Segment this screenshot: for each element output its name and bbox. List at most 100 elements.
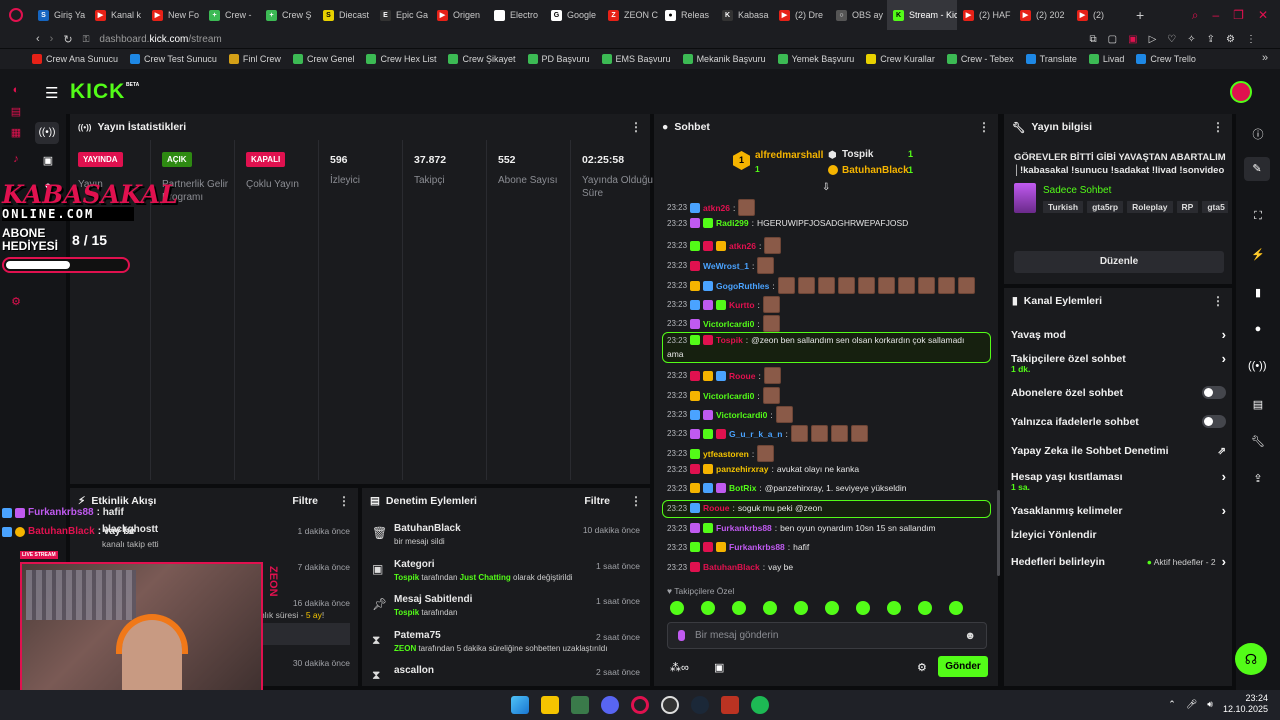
channel-action-item[interactable]: Yapay Zeka ile Sohbet Denetimi ⇗	[1011, 445, 1226, 457]
chat-message[interactable]: 23:23 Victorlcardi0:	[667, 315, 780, 332]
lightning-icon[interactable]: ⚡	[1251, 248, 1265, 262]
chat-username[interactable]: Victorlcardi0	[703, 319, 754, 329]
chat-message[interactable]: 23:23 BatuhanBlack: vay be	[667, 562, 793, 572]
chat-message[interactable]: 23:23 Furkankrbs88: ben oyun oynardım 10sn…	[667, 523, 936, 533]
filter-button[interactable]: Filtre	[292, 495, 318, 507]
stream-tag[interactable]: gta5	[1202, 201, 1228, 213]
sidebar-player-icon[interactable]: ▦	[9, 126, 23, 140]
browser-tab[interactable]: E Epic Ga	[374, 0, 431, 30]
discord-icon[interactable]	[601, 696, 619, 714]
kick-logo[interactable]: KICK	[70, 80, 125, 104]
channel-action-item[interactable]: Abonelere özel sohbet	[1011, 386, 1226, 399]
top-gifter[interactable]: BatuhanBlack	[842, 165, 909, 176]
stream-tag[interactable]: Roleplay	[1127, 201, 1173, 213]
file-explorer-icon[interactable]	[541, 696, 559, 714]
chat-message[interactable]: 23:23 Rooue:	[667, 367, 781, 384]
browser-tab[interactable]: S Diecast	[317, 0, 374, 30]
opera-gx-icon[interactable]	[631, 696, 649, 714]
chat-username[interactable]: Tospik	[716, 335, 743, 345]
heart-icon[interactable]: ♡	[1167, 34, 1176, 45]
windows-start-icon[interactable]	[511, 696, 529, 714]
game-icon[interactable]	[721, 696, 739, 714]
channel-action-item[interactable]: Hedefleri belirleyin ● Aktif hedefler - 2…	[1011, 554, 1226, 569]
menu-icon[interactable]: ⋮	[1246, 34, 1256, 45]
stats-menu-icon[interactable]: ⋮	[630, 120, 642, 134]
edit-icon[interactable]: ✎	[1244, 157, 1270, 181]
bookmark-item[interactable]: PD Başvuru	[527, 54, 590, 64]
emote-row[interactable]	[670, 601, 980, 618]
category-thumbnail[interactable]	[1014, 183, 1036, 213]
stream-tag[interactable]: RP	[1176, 201, 1199, 213]
settings-icon[interactable]: ⚙	[1226, 34, 1235, 45]
tray-mic-icon[interactable]: 🎤︎	[1186, 699, 1197, 710]
tray-chevron-icon[interactable]: ⌃	[1168, 699, 1176, 710]
chat-input[interactable]: Bir mesaj gönderin ☻	[667, 622, 987, 649]
chat-username[interactable]: Kurtto	[729, 300, 755, 310]
toggle-switch[interactable]	[1202, 415, 1226, 428]
browser-tab[interactable]: Electro	[488, 0, 545, 30]
browser-tab[interactable]: K Stream - Kick	[887, 0, 957, 30]
bookmark-item[interactable]: Yemek Başvuru	[777, 54, 854, 64]
chat-message[interactable]: 23:23 G_u_r_k_a_n:	[667, 425, 868, 442]
channel-action-item[interactable]: Hesap yaşı kısıtlaması ›	[1011, 469, 1226, 484]
channel-action-item[interactable]: İzleyici Yönlendir	[1011, 529, 1226, 541]
stream-tag[interactable]: gta5rp	[1087, 201, 1124, 213]
bookmark-item[interactable]: Crew Trello	[1136, 54, 1196, 64]
obs-icon[interactable]	[661, 696, 679, 714]
chat-message[interactable]: 23:23 ytfeastoren:	[667, 445, 775, 462]
chat-username[interactable]: ytfeastoren	[703, 449, 749, 459]
close-window-icon[interactable]: ✕	[1258, 8, 1268, 23]
nav-stream-icon[interactable]: ((•))	[35, 122, 59, 144]
chat-username[interactable]: Victorlcardi0	[703, 391, 754, 401]
extensions-icon[interactable]: ✧	[1187, 34, 1195, 45]
browser-tab[interactable]: Z ZEON C	[602, 0, 659, 30]
hamburger-icon[interactable]: ☰	[45, 84, 58, 102]
channel-action-item[interactable]: Yavaş mod ›	[1011, 327, 1226, 342]
stream-tag[interactable]: Turkish	[1043, 201, 1084, 213]
steam-icon[interactable]	[691, 696, 709, 714]
sidebar-tiktok-icon[interactable]: ♪	[9, 153, 23, 167]
mic-icon[interactable]	[678, 630, 685, 641]
bookmark-item[interactable]: Crew Genel	[292, 54, 354, 64]
bookmark-item[interactable]: Mekanik Başvuru	[682, 54, 766, 64]
bookmark-item[interactable]: EMS Başvuru	[601, 54, 671, 64]
chat-username[interactable]: Rooue	[703, 503, 729, 513]
browser-tab[interactable]: ● Releas	[659, 0, 716, 30]
channel-action-item[interactable]: Yalnızca ifadelerle sohbet	[1011, 415, 1226, 428]
bookmark-item[interactable]: Finl Crew	[228, 54, 281, 64]
minimize-icon[interactable]: –	[1212, 8, 1219, 23]
chat-message[interactable]: 23:23 atkn26:	[667, 237, 782, 254]
chat-username[interactable]: BatuhanBlack	[703, 562, 760, 572]
chat-message[interactable]: 23:23 BotRix: @panzehirxray, 1. seviyeye y…	[667, 483, 907, 493]
browser-tab[interactable]: ▶ (2)	[1071, 0, 1128, 30]
bookmark-item[interactable]: Translate	[1025, 54, 1077, 64]
chat-message[interactable]: 23:23 panzehirxray: avukat olayı ne kanka	[667, 464, 859, 474]
bookmark-item[interactable]: Livad	[1088, 54, 1124, 64]
chat-message[interactable]: 23:23 Kurtto:	[667, 296, 780, 313]
chat-username[interactable]: GogoRuthles	[716, 281, 769, 291]
chat-username[interactable]: panzehirxray	[716, 464, 768, 474]
chat-username[interactable]: G_u_r_k_a_n	[729, 429, 782, 439]
expand-icon[interactable]: ⛶	[1251, 210, 1265, 224]
channel-action-item[interactable]: Yasaklanmış kelimeler ›	[1011, 503, 1226, 518]
chat-username[interactable]: Victorlcardi0	[716, 410, 767, 420]
share-icon[interactable]: ⇪	[1207, 34, 1215, 45]
edit-button[interactable]: Düzenle	[1014, 251, 1224, 273]
chat-message[interactable]: 23:23 Radi299: HGERUWIPFJOSADGHRWEPAFJOSD	[667, 218, 908, 228]
filter-button[interactable]: Filtre	[584, 495, 610, 507]
chat-message[interactable]: 23:23 Rooue: soguk mu peki @zeon	[667, 503, 822, 513]
send-button[interactable]: Gönder	[938, 656, 988, 677]
sidebar-messenger-icon[interactable]: ▤	[9, 105, 23, 119]
reload-icon[interactable]: ↻	[63, 33, 72, 46]
browser-tab[interactable]: G Google	[545, 0, 602, 30]
browser-tab[interactable]: K Kabasa	[716, 0, 773, 30]
chat-message[interactable]: 23:23 Victorlcardi0:	[667, 387, 780, 404]
moderation-menu-icon[interactable]: ⋮	[630, 494, 642, 508]
bookmark-item[interactable]: Crew Ana Sunucu	[32, 54, 118, 64]
document-icon[interactable]: ▮	[1251, 286, 1265, 300]
url-field[interactable]: dashboard.kick.com/stream	[99, 34, 221, 45]
browser-tab[interactable]: S Giriş Ya	[32, 0, 89, 30]
search-tabs-icon[interactable]: ⌕	[1192, 8, 1199, 23]
browser-tab[interactable]: ▶ (2) 202	[1014, 0, 1071, 30]
app-icon[interactable]	[571, 696, 589, 714]
